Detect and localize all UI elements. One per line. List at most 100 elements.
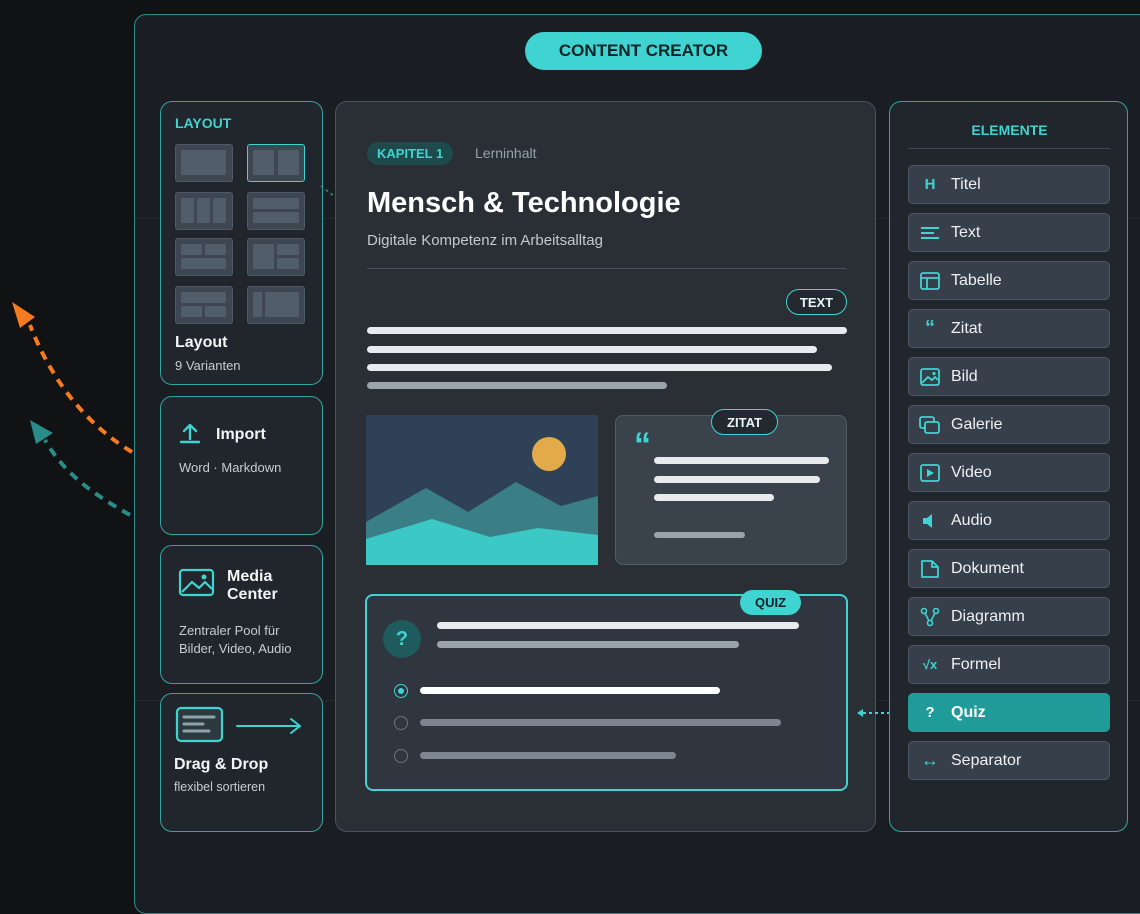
layout-subtitle: 9 Varianten [175, 358, 241, 373]
element-separator[interactable]: ↔ Separator [908, 741, 1110, 780]
import-subtitle: Word · Markdown [179, 460, 282, 475]
audio-icon [909, 512, 951, 530]
divider [367, 268, 846, 269]
answer-radio-selected[interactable] [394, 684, 408, 698]
element-label: Titel [951, 175, 981, 193]
quiz-block-tag: QUIZ [740, 590, 801, 615]
question-line [437, 622, 799, 629]
elements-caption: ELEMENTE [971, 122, 1048, 138]
layout-title: Layout [175, 334, 228, 351]
element-label: Audio [951, 511, 992, 529]
answer-radio[interactable] [394, 749, 408, 763]
layout-variant-two-columns[interactable] [247, 144, 305, 182]
text-line [367, 364, 832, 371]
element-formel[interactable]: √x Formel [908, 645, 1110, 684]
quote-block-tag: ZITAT [711, 409, 778, 435]
element-dokument[interactable]: Dokument [908, 549, 1110, 588]
quote-icon: “ [925, 317, 935, 339]
table-icon [909, 271, 951, 290]
drop-connector [857, 709, 890, 717]
layout-caption: LAYOUT [175, 115, 232, 131]
element-diagramm[interactable]: Diagramm [908, 597, 1110, 636]
video-icon [909, 463, 951, 482]
layout-card[interactable]: LAYOUT Layout 9 Varianten [160, 101, 323, 385]
image-icon [178, 568, 215, 597]
text-line [367, 327, 847, 334]
element-label: Formel [951, 655, 1001, 673]
drag-block-icon [175, 706, 224, 743]
element-label: Separator [951, 751, 1022, 769]
dragdrop-subtitle: flexibel sortieren [174, 780, 266, 794]
element-titel[interactable]: H Titel [908, 165, 1110, 204]
layout-variant-two-rows[interactable] [247, 192, 305, 230]
media-desc-line1: Zentraler Pool für [179, 623, 280, 638]
element-zitat[interactable]: “ Zitat [908, 309, 1110, 348]
element-bild[interactable]: Bild [908, 357, 1110, 396]
answer-line [420, 752, 676, 759]
media-title-line2: Center [227, 586, 278, 603]
element-label: Tabelle [951, 271, 1002, 289]
image-block[interactable] [366, 415, 598, 565]
separator-icon: ↔ [921, 750, 939, 770]
media-title-line1: Media [227, 568, 273, 585]
quote-line [654, 457, 829, 464]
question-icon: ? [383, 620, 421, 658]
layout-variant-header-grid[interactable] [175, 238, 233, 276]
import-card[interactable]: Import Word · Markdown [160, 396, 323, 535]
quote-line [654, 494, 774, 501]
page-subtitle[interactable]: Digitale Kompetenz im Arbeitsalltag [367, 232, 603, 249]
arrow-right-icon [236, 718, 301, 734]
element-label: Video [951, 463, 992, 481]
gallery-icon [909, 415, 951, 434]
drag-drop-card[interactable]: Drag & Drop flexibel sortieren [160, 693, 323, 832]
element-video[interactable]: Video [908, 453, 1110, 492]
layout-variant-full[interactable] [175, 144, 233, 182]
question-icon: ? [925, 704, 935, 721]
text-line [367, 382, 667, 389]
quote-mark: “ [634, 426, 651, 464]
layout-variant-side-grid[interactable] [247, 238, 305, 276]
quote-line [654, 476, 820, 483]
media-center-card[interactable]: Media Center Zentraler Pool für Bilder, … [160, 545, 323, 684]
quote-author-line [654, 532, 745, 538]
element-tabelle[interactable]: Tabelle [908, 261, 1110, 300]
element-label: Dokument [951, 559, 1024, 577]
diagram-icon [909, 607, 951, 627]
element-label: Text [951, 223, 981, 241]
quote-block[interactable]: “ [615, 415, 847, 565]
element-label: Quiz [951, 703, 986, 721]
text-block-tag: TEXT [786, 289, 847, 315]
text-lines-icon [909, 225, 951, 241]
page-title[interactable]: Mensch & Technologie [367, 187, 681, 220]
dragdrop-title: Drag & Drop [174, 756, 269, 773]
layout-variant-three-columns[interactable] [175, 192, 233, 230]
element-label: Diagramm [951, 607, 1025, 625]
app-title: CONTENT CREATOR [525, 32, 762, 70]
import-title: Import [216, 426, 266, 443]
chapter-badge: KAPITEL 1 [367, 142, 454, 165]
upload-icon [179, 423, 201, 444]
chapter-note: Lerninhalt [475, 145, 537, 161]
layout-variant-sidebar[interactable] [247, 286, 305, 324]
formula-icon: √x [922, 657, 938, 672]
answer-radio[interactable] [394, 716, 408, 730]
element-quiz[interactable]: ? Quiz [908, 693, 1110, 732]
element-label: Galerie [951, 415, 1003, 433]
element-audio[interactable]: Audio [908, 501, 1110, 540]
text-line [367, 346, 817, 353]
document-icon [909, 559, 951, 579]
element-label: Zitat [951, 319, 983, 337]
question-line [437, 641, 739, 648]
element-text[interactable]: Text [908, 213, 1110, 252]
divider [908, 148, 1110, 149]
layout-variant-footer-split[interactable] [175, 286, 233, 324]
media-desc-line2: Bilder, Video, Audio [179, 641, 292, 656]
quiz-block[interactable]: ? [365, 594, 848, 791]
element-galerie[interactable]: Galerie [908, 405, 1110, 444]
decorative-arrows [12, 302, 134, 517]
image-icon [909, 367, 951, 386]
elements-panel: ELEMENTE H Titel Text Tabelle “ Zitat Bild… [889, 101, 1128, 832]
heading-icon: H [924, 176, 936, 193]
content-editor: KAPITEL 1 Lerninhalt Mensch & Technologi… [335, 101, 876, 832]
answer-line [420, 687, 720, 694]
